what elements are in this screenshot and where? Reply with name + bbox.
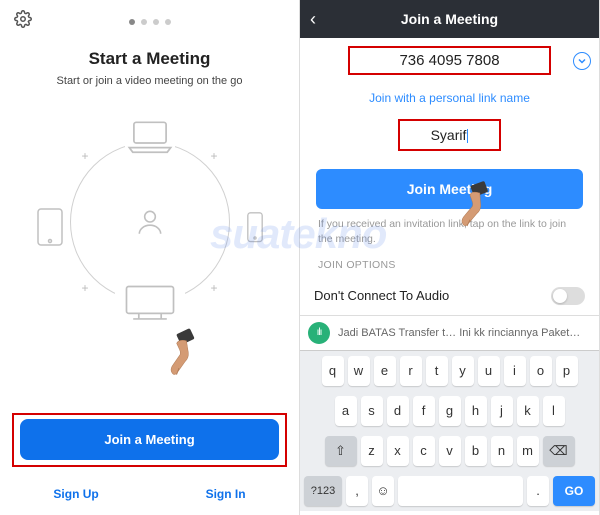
keyboard-row-1: qwertyuiop [300, 351, 599, 391]
key-z[interactable]: z [361, 436, 383, 466]
key-o[interactable]: o [530, 356, 552, 386]
start-meeting-screen: Start a Meeting Start or join a video me… [0, 0, 300, 515]
back-icon[interactable]: ‹ [310, 9, 316, 30]
page-title: Start a Meeting [0, 49, 299, 69]
key-space[interactable] [398, 476, 523, 506]
audio-toggle[interactable] [551, 287, 585, 305]
join-meeting-button[interactable]: Join Meeting [316, 169, 583, 209]
key-⇧[interactable]: ⇧ [325, 436, 357, 466]
key-n[interactable]: n [491, 436, 513, 466]
suggestion-icon[interactable]: ılı [308, 322, 330, 344]
key-e[interactable]: e [374, 356, 396, 386]
tablet-icon [30, 202, 70, 252]
laptop-icon [125, 117, 175, 157]
device-diagram: ++++ [30, 117, 270, 327]
sign-in-link[interactable]: Sign In [206, 487, 246, 501]
key-g[interactable]: g [439, 396, 461, 426]
key-t[interactable]: t [426, 356, 448, 386]
suggestion-text[interactable]: Jadi BATAS Transfer t… Ini kk rinciannya… [338, 327, 591, 339]
key-go[interactable]: GO [553, 476, 595, 506]
key-x[interactable]: x [387, 436, 409, 466]
page-subtitle: Start or join a video meeting on the go [0, 75, 299, 87]
key-b[interactable]: b [465, 436, 487, 466]
top-row [0, 0, 299, 33]
key-sym[interactable]: ?123 [304, 476, 342, 506]
key-v[interactable]: v [439, 436, 461, 466]
sign-up-link[interactable]: Sign Up [53, 487, 98, 501]
key-.[interactable]: . [527, 476, 549, 506]
key-a[interactable]: a [335, 396, 357, 426]
audio-option-label: Don't Connect To Audio [314, 288, 449, 303]
key-h[interactable]: h [465, 396, 487, 426]
keyboard-row-2: asdfghjkl [300, 391, 599, 431]
key-w[interactable]: w [348, 356, 370, 386]
key-u[interactable]: u [478, 356, 500, 386]
header-title: Join a Meeting [401, 11, 498, 27]
audio-option-row: Don't Connect To Audio [300, 277, 599, 315]
join-meeting-screen: ‹ Join a Meeting 736 4095 7808 Join with… [300, 0, 600, 515]
key-r[interactable]: r [400, 356, 422, 386]
section-label: JOIN OPTIONS [300, 255, 599, 277]
key-,[interactable]: , [346, 476, 368, 506]
projector-icon [115, 277, 185, 327]
avatar-icon [130, 202, 170, 242]
join-meeting-button[interactable]: Join a Meeting [20, 419, 279, 460]
key-f[interactable]: f [413, 396, 435, 426]
header-bar: ‹ Join a Meeting [300, 0, 599, 38]
keyboard-suggestion-row: ılı Jadi BATAS Transfer t… Ini kk rincia… [300, 315, 599, 350]
key-y[interactable]: y [452, 356, 474, 386]
display-name-field[interactable]: Syarif [300, 115, 599, 155]
display-name-value: Syarif [431, 127, 467, 143]
key-l[interactable]: l [543, 396, 565, 426]
key-i[interactable]: i [504, 356, 526, 386]
key-☺[interactable]: ☺ [372, 476, 394, 506]
phone-icon [240, 202, 270, 252]
key-m[interactable]: m [517, 436, 539, 466]
keyboard-row-4: ?123,☺.GO [300, 471, 599, 511]
key-j[interactable]: j [491, 396, 513, 426]
personal-link-name[interactable]: Join with a personal link name [300, 81, 599, 115]
key-p[interactable]: p [556, 356, 578, 386]
hint-text: If you received an invitation link, tap … [300, 217, 599, 254]
chevron-down-icon[interactable] [573, 52, 591, 70]
meeting-id-field[interactable]: 736 4095 7808 [300, 40, 599, 81]
key-q[interactable]: q [322, 356, 344, 386]
keyboard: qwertyuiop asdfghjkl ⇧zxcvbnm⌫ ?123,☺.GO [300, 350, 599, 511]
key-k[interactable]: k [517, 396, 539, 426]
page-indicator [129, 19, 171, 25]
key-⌫[interactable]: ⌫ [543, 436, 575, 466]
key-d[interactable]: d [387, 396, 409, 426]
meeting-id-value: 736 4095 7808 [399, 52, 499, 69]
key-c[interactable]: c [413, 436, 435, 466]
key-s[interactable]: s [361, 396, 383, 426]
gear-icon[interactable] [14, 10, 32, 33]
keyboard-row-3: ⇧zxcvbnm⌫ [300, 431, 599, 471]
